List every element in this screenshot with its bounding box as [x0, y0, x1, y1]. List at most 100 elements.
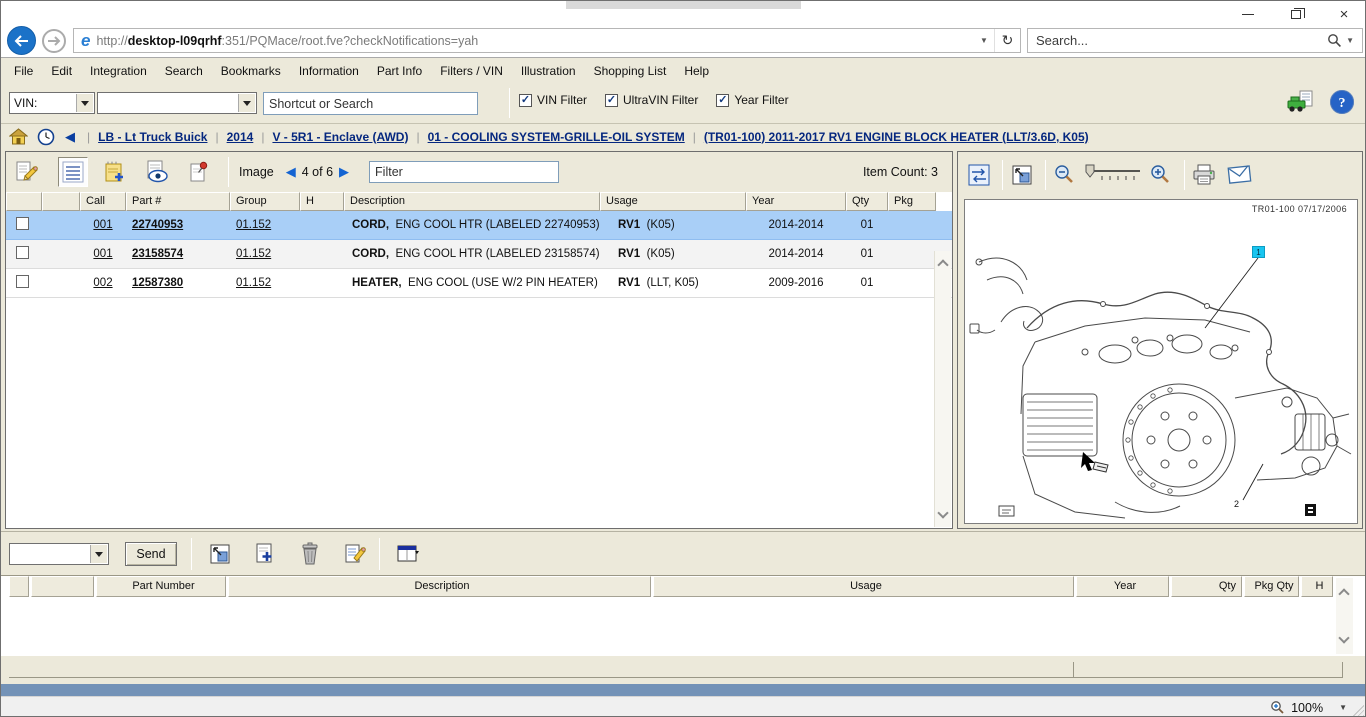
column-settings-button[interactable] [393, 539, 423, 569]
menu-search[interactable]: Search [156, 64, 212, 78]
breadcrumb-year[interactable]: 2014 [227, 130, 254, 144]
ultravin-filter-checkbox[interactable]: ✓ UltraVIN Filter [605, 93, 698, 107]
back-button[interactable] [7, 26, 36, 55]
part-number-link[interactable]: 12587380 [132, 277, 183, 289]
breadcrumb-model[interactable]: V - 5R1 - Enclave (AWD) [272, 130, 408, 144]
list-view-button[interactable] [58, 157, 88, 187]
row-checkbox[interactable] [16, 246, 29, 259]
col-header-usage[interactable]: Usage [600, 192, 746, 211]
row-checkbox[interactable] [16, 217, 29, 230]
scroll-up-icon[interactable] [937, 259, 948, 270]
menu-edit[interactable]: Edit [42, 64, 81, 78]
previous-image-icon[interactable]: ◀ [286, 164, 296, 180]
col-header-qty[interactable]: Qty [1171, 576, 1242, 597]
address-bar[interactable]: e http://desktop-l09qrhf:351/PQMace/root… [73, 28, 1021, 53]
col-header-pkg[interactable]: Pkg [888, 192, 936, 211]
call-link[interactable]: 001 [80, 219, 126, 231]
col-header-year[interactable]: Year [1076, 576, 1169, 597]
col-header-description[interactable]: Description [344, 192, 600, 211]
browser-search-box[interactable]: ▼ [1027, 28, 1363, 53]
col-header-h[interactable]: H [300, 192, 344, 211]
parts-table-scrollbar[interactable] [934, 251, 951, 527]
shortcut-search-input[interactable] [263, 92, 478, 115]
vin-value-select[interactable] [97, 92, 257, 114]
col-header-description[interactable]: Description [228, 576, 651, 597]
edit-item-button[interactable] [340, 539, 370, 569]
vin-filter-checkbox[interactable]: ✓ VIN Filter [519, 93, 587, 107]
table-row[interactable]: 002 12587380 01.152 HEATER, ENG COOL (US… [6, 269, 952, 298]
add-note-button[interactable] [100, 157, 130, 187]
email-image-button[interactable] [1225, 160, 1255, 190]
col-header-year[interactable]: Year [746, 192, 846, 211]
col-header-blank2[interactable] [31, 576, 94, 597]
refresh-icon[interactable]: ↻ [994, 29, 1020, 52]
group-link[interactable]: 01.152 [236, 248, 271, 260]
resize-grip[interactable] [1352, 705, 1364, 717]
menu-shopping-list[interactable]: Shopping List [585, 64, 676, 78]
shopping-list-scrollbar[interactable] [1336, 578, 1353, 654]
fit-image-button[interactable] [1007, 160, 1037, 190]
vehicle-info-icon[interactable] [1287, 90, 1315, 114]
scroll-down-icon[interactable] [1338, 632, 1349, 643]
forward-button[interactable] [42, 29, 66, 53]
close-button[interactable]: × [1329, 4, 1359, 24]
preview-button[interactable] [142, 157, 172, 187]
minimize-button[interactable] [1233, 4, 1263, 24]
row-checkbox[interactable] [16, 275, 29, 288]
callout-1-highlight[interactable]: 1 [1252, 246, 1265, 258]
search-input[interactable] [1028, 33, 1327, 48]
history-clock-icon[interactable] [37, 128, 55, 146]
call-link[interactable]: 002 [80, 277, 126, 289]
group-link[interactable]: 01.152 [236, 219, 271, 231]
breadcrumb-illustration[interactable]: (TR01-100) 2011-2017 RV1 ENGINE BLOCK HE… [704, 130, 1089, 144]
part-number-link[interactable]: 22740953 [132, 219, 183, 231]
address-dropdown-icon[interactable]: ▼ [974, 36, 994, 45]
menu-information[interactable]: Information [290, 64, 368, 78]
zoom-in-button[interactable] [1146, 160, 1176, 190]
col-header-part-number[interactable]: Part Number [96, 576, 226, 597]
col-header-usage[interactable]: Usage [653, 576, 1074, 597]
menu-integration[interactable]: Integration [81, 64, 156, 78]
menu-help[interactable]: Help [675, 64, 718, 78]
col-header-blank[interactable] [42, 192, 80, 211]
menu-bookmarks[interactable]: Bookmarks [212, 64, 290, 78]
menu-filters-vin[interactable]: Filters / VIN [431, 64, 512, 78]
zoom-dropdown-icon[interactable]: ▼ [1339, 703, 1347, 712]
send-target-select[interactable] [9, 543, 109, 565]
col-header-group[interactable]: Group [230, 192, 300, 211]
home-icon[interactable] [9, 128, 28, 145]
breadcrumb-section[interactable]: 01 - COOLING SYSTEM-GRILLE-OIL SYSTEM [428, 130, 685, 144]
part-number-link[interactable]: 23158574 [132, 248, 183, 260]
menu-file[interactable]: File [5, 64, 42, 78]
help-icon[interactable]: ? [1329, 89, 1355, 115]
col-header-qty[interactable]: Qty [846, 192, 888, 211]
breadcrumb-back-icon[interactable]: ◀ [65, 129, 75, 145]
col-header-select[interactable] [6, 192, 42, 211]
breadcrumb-catalog[interactable]: LB - Lt Truck Buick [98, 130, 207, 144]
col-header-h[interactable]: H [1301, 576, 1333, 597]
table-row[interactable]: 001 22740953 01.152 CORD, ENG COOL HTR (… [6, 211, 952, 240]
col-header-part[interactable]: Part # [126, 192, 230, 211]
filter-input[interactable] [369, 161, 559, 183]
menu-illustration[interactable]: Illustration [512, 64, 585, 78]
col-header-call[interactable]: Call [80, 192, 126, 211]
restore-button[interactable] [1281, 4, 1311, 24]
year-filter-checkbox[interactable]: ✓ Year Filter [716, 93, 788, 107]
next-image-icon[interactable]: ▶ [339, 164, 349, 180]
table-row[interactable]: 001 23158574 01.152 CORD, ENG COOL HTR (… [6, 240, 952, 269]
group-link[interactable]: 01.152 [236, 277, 271, 289]
col-header-blank1[interactable] [9, 576, 29, 597]
scroll-up-icon[interactable] [1338, 588, 1349, 599]
status-zoom-icon[interactable] [1270, 700, 1285, 715]
delete-item-button[interactable] [295, 539, 325, 569]
print-button[interactable] [1189, 160, 1219, 190]
resize-panel-button[interactable] [205, 539, 235, 569]
send-button[interactable]: Send [125, 542, 177, 566]
scroll-down-icon[interactable] [937, 507, 948, 518]
col-header-pkg-qty[interactable]: Pkg Qty [1244, 576, 1299, 597]
zoom-out-button[interactable] [1050, 160, 1080, 190]
vin-type-select[interactable]: VIN: [9, 92, 95, 114]
illustration-image[interactable]: TR01-100 07/17/2006 1 2 [964, 199, 1358, 524]
edit-notes-button[interactable] [12, 157, 42, 187]
search-dropdown-icon[interactable]: ▼ [1346, 36, 1354, 45]
